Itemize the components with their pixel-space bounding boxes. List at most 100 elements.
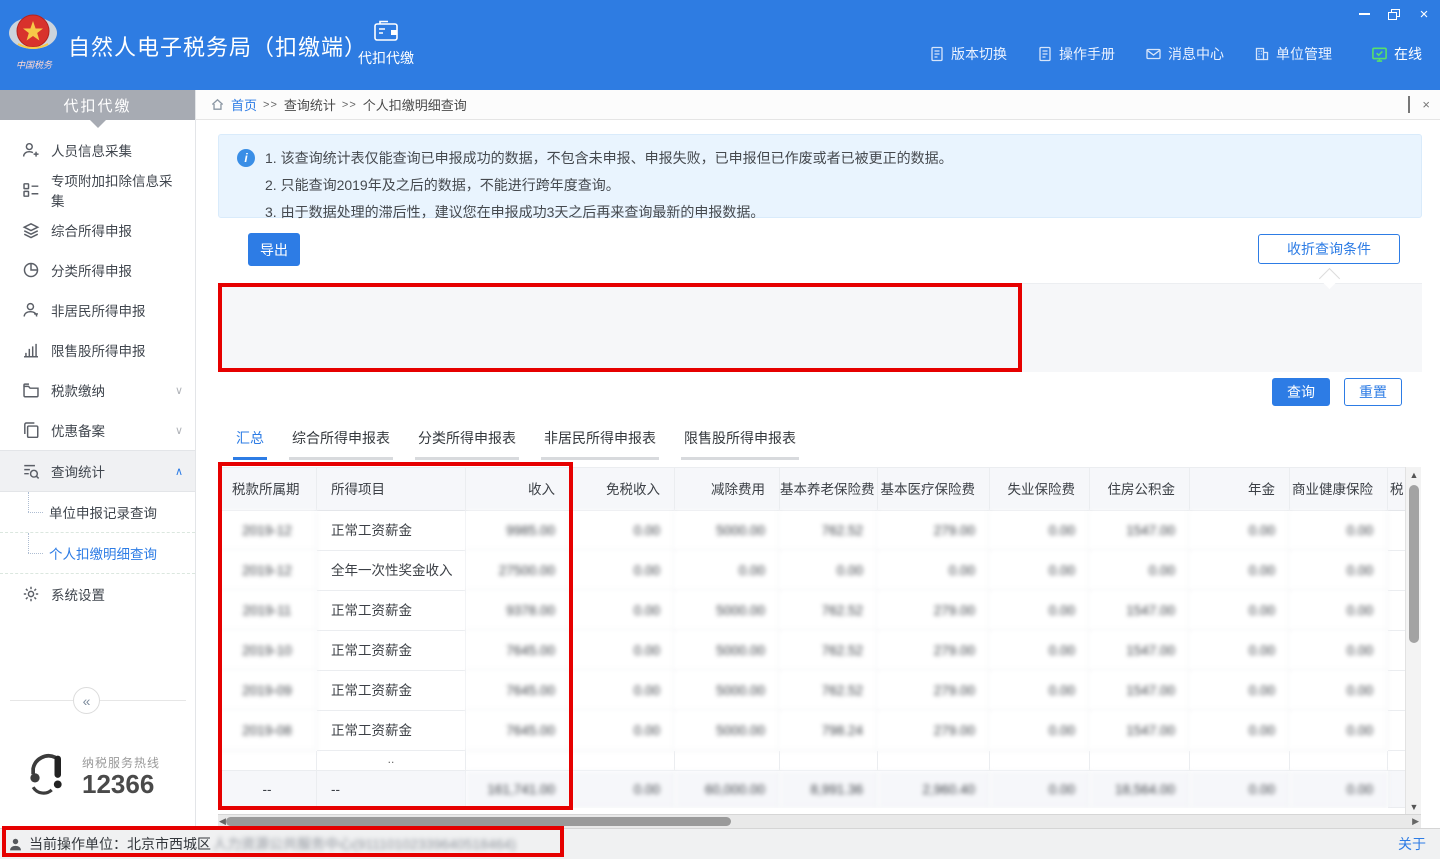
wallet-icon [372,18,400,44]
scroll-right-arrow[interactable]: ▶ [1412,816,1419,827]
column-header: 基本医疗保险费 [878,467,990,511]
tab-classified-income[interactable]: 分类所得申报表 [415,428,519,460]
sidebar-subitem-unit-declaration-query[interactable]: 单位申报记录查询 [0,492,195,533]
vertical-scroll-thumb[interactable] [1409,485,1419,643]
table-row[interactable]: 2019-08正常工资薪金7645.000.005000.00798.24279… [218,711,1405,751]
online-status[interactable]: 在线 [1371,44,1422,64]
tree-guide [28,533,29,553]
sidebar-item-classified-income[interactable]: 分类所得申报 [0,250,195,290]
undock-panel-icon[interactable] [1408,98,1410,111]
pie-chart-icon [22,261,40,279]
cell-period: -- [218,771,317,808]
sidebar-item-comprehensive-income[interactable]: 综合所得申报 [0,210,195,250]
tab-summary[interactable]: 汇总 [233,428,267,460]
table-row[interactable]: 2019-10正常工资薪金7645.000.005000.00762.52279… [218,631,1405,671]
cell-total-value: 0.00 [1290,771,1388,808]
scroll-up-arrow[interactable]: ▲ [1406,470,1422,480]
cell-value: 1547.00 [1090,591,1190,631]
layers-icon [22,221,40,239]
vertical-scrollbar[interactable]: ▲ ▼ [1405,467,1421,815]
menu-item-message-center[interactable]: 消息中心 [1145,44,1224,64]
breadcrumb-item-current: 个人扣缴明细查询 [363,95,467,114]
breadcrumb-separator: >> [263,99,278,111]
breadcrumb-item[interactable]: 查询统计 [284,95,336,114]
cell-value [878,751,990,771]
query-button[interactable]: 查询 [1272,378,1330,406]
sidebar-item-system-settings[interactable]: 系统设置 [0,574,195,614]
cell-value: 0.00 [1190,671,1290,711]
cell-value: 5000.00 [675,671,780,711]
document-icon [929,46,945,62]
cell-period: 2019-10 [218,631,317,671]
hotline-headset-icon [22,750,74,802]
sidebar-header: 代扣代缴 [0,90,195,120]
cell-value: 0.00 [990,711,1090,751]
cell-value [1388,591,1405,631]
breadcrumb-home[interactable]: 首页 [231,95,257,114]
sidebar-item-preferential-filing[interactable]: 优惠备案 ∨ [0,410,195,450]
sidebar-subitem-label: 个人扣缴明细查询 [49,543,157,563]
cell-value [1388,511,1405,551]
cell-value: 279.00 [878,711,990,751]
sidebar-item-restricted-shares[interactable]: 限售股所得申报 [0,330,195,370]
sidebar-item-nonresident-income[interactable]: 非居民所得申报 [0,290,195,330]
menu-item-version-switch[interactable]: 版本切换 [929,44,1007,64]
horizontal-scrollbar[interactable]: ◀ ▶ [218,814,1421,828]
cell-income-item: -- [317,771,466,808]
minimize-button[interactable] [1356,6,1372,22]
sidebar-item-personnel-info[interactable]: 人员信息采集 [0,130,195,170]
sidebar-item-query-statistics[interactable]: 查询统计 ∧ [0,450,195,492]
scroll-left-arrow[interactable]: ◀ [219,816,226,827]
cell-total-value: 0.00 [570,771,675,808]
sidebar-item-tax-payment[interactable]: 税款缴纳 ∨ [0,370,195,410]
table-row[interactable]: 2019-12正常工资薪金9985.000.005000.00762.52279… [218,511,1405,551]
close-panel-icon[interactable]: × [1422,98,1430,111]
breadcrumb-separator: >> [342,99,357,111]
tab-restricted-shares[interactable]: 限售股所得申报表 [681,428,799,460]
table-row[interactable]: 2019-11正常工资薪金9378.000.005000.00762.52279… [218,591,1405,631]
close-button[interactable]: × [1416,6,1432,22]
sidebar-subitem-personal-withholding-query[interactable]: 个人扣缴明细查询 [0,533,195,574]
cell-period: 2019-08 [218,711,317,751]
window-controls: × [1356,4,1432,24]
cell-value: 762.52 [780,591,878,631]
cell-value: 0.00 [1190,711,1290,751]
reset-button[interactable]: 重置 [1344,378,1402,406]
restore-icon [1388,9,1400,20]
menu-item-unit-management[interactable]: 单位管理 [1254,44,1332,64]
collapse-query-button[interactable]: 收折查询条件 [1258,234,1400,264]
cell-value: 1547.00 [1090,511,1190,551]
restore-button[interactable] [1386,6,1402,22]
cell-value: 0.00 [990,551,1090,591]
cell-value: 279.00 [878,511,990,551]
cell-period: 2019-12 [218,511,317,551]
nav-item-withholding[interactable]: 代扣代缴 [348,18,424,68]
about-link[interactable]: 关于 [1398,834,1426,854]
menu-item-manual[interactable]: 操作手册 [1037,44,1115,64]
cell-value: 9985.00 [466,511,570,551]
user-plus-icon [22,141,40,159]
export-button[interactable]: 导出 [248,233,300,266]
cell-value: 762.52 [780,671,878,711]
cell-value [675,751,780,771]
cell-period: 2019-09 [218,671,317,711]
wallet-icon [22,381,40,399]
cell-value: 0.00 [570,711,675,751]
sidebar-collapse-button[interactable]: « [73,687,100,714]
online-label: 在线 [1394,44,1422,64]
cell-value: 5000.00 [675,711,780,751]
cell-value: 762.52 [780,511,878,551]
table-row[interactable]: 2019-09正常工资薪金7645.000.005000.00762.52279… [218,671,1405,711]
sidebar-item-label: 系统设置 [51,584,105,604]
horizontal-scroll-thumb[interactable] [226,817,731,826]
column-header: 税款所属期 [218,467,317,511]
tab-comprehensive-income[interactable]: 综合所得申报表 [289,428,393,460]
tax-emblem-logo [8,8,58,58]
cell-value: 798.24 [780,711,878,751]
cell-value [466,751,570,771]
tab-nonresident-income[interactable]: 非居民所得申报表 [541,428,659,460]
table-row[interactable]: 2019-12全年一次性奖金收入27500.000.000.000.000.00… [218,551,1405,591]
scroll-down-arrow[interactable]: ▼ [1406,802,1422,812]
sidebar-item-special-deduction[interactable]: 专项附加扣除信息采集 [0,170,195,210]
column-header: 税 [1388,467,1405,511]
